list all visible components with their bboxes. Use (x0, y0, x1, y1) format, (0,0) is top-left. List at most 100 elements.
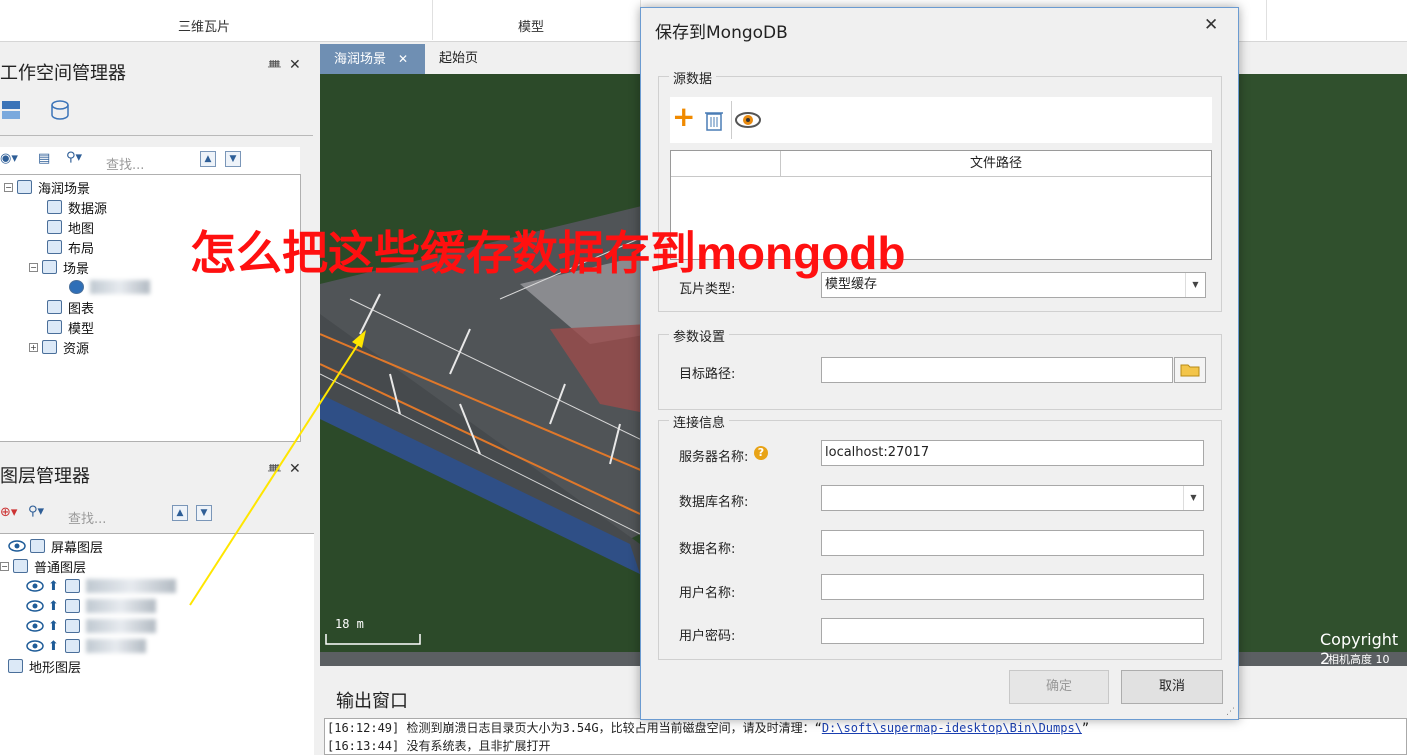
tree-item-scene[interactable]: − 场景 (29, 257, 89, 277)
search-icon[interactable]: ⚲▾ (28, 504, 44, 519)
datasource-icon (47, 200, 62, 214)
globe-icon (69, 280, 84, 294)
workspace-manager-title: 工作空间管理器 (0, 63, 126, 84)
preview-eye-icon[interactable] (734, 111, 762, 129)
move-up-icon[interactable]: ▲ (200, 151, 216, 167)
save-to-mongodb-dialog: 保存到MongoDB ✕ 源数据 + 文件路径 瓦片类型: 模型缓存 ▼ 参数设置… (640, 7, 1239, 720)
close-icon[interactable]: ✕ (289, 57, 301, 73)
screen-layer-icon (30, 539, 45, 553)
pin-icon[interactable]: ᚙ (268, 60, 281, 73)
password-label: 用户密码: (679, 629, 736, 644)
resource-icon (42, 340, 57, 354)
document-tabbar: 海润场景 ✕ 起始页 (320, 44, 650, 74)
select-icon[interactable]: ⬆ (48, 619, 59, 634)
eye-icon[interactable] (8, 540, 26, 552)
tree-item-scene-workspace[interactable]: − 海润场景 (4, 177, 90, 197)
help-icon[interactable]: ? (754, 446, 768, 460)
server-name-label: 服务器名称: (679, 450, 749, 465)
ribbon-group-3d-tiles[interactable]: 三维瓦片 (178, 16, 230, 35)
eye-icon[interactable] (26, 620, 44, 632)
layer-child[interactable]: ⬆ (26, 596, 156, 616)
blurred-label (90, 280, 150, 294)
layer-child[interactable]: ⬆ (26, 576, 176, 596)
source-toolbar: + (670, 97, 1212, 143)
tree-item-scene-child[interactable] (69, 277, 150, 297)
normal-layer-icon (13, 559, 28, 573)
toolbar-separator (731, 101, 732, 139)
eye-icon[interactable] (26, 640, 44, 652)
open-workspace-icon[interactable]: ◉▾ (0, 151, 18, 166)
workspace-view-icons[interactable] (0, 99, 80, 125)
map-icon (47, 220, 62, 234)
database-name-select[interactable]: ▼ (821, 485, 1204, 511)
workspace-search-input[interactable]: 查找... (106, 154, 144, 173)
delete-icon[interactable] (704, 109, 724, 131)
password-input[interactable] (821, 618, 1204, 644)
folder-icon (1180, 364, 1200, 377)
server-name-input[interactable]: localhost:27017 (821, 440, 1204, 466)
layer-screen[interactable]: 屏幕图层 (8, 536, 103, 556)
model-layer-icon (64, 599, 80, 613)
annotation-text: 怎么把这些缓存数据存到mongodb (190, 227, 906, 279)
cancel-button[interactable]: 取消 (1121, 670, 1223, 704)
ribbon-group-model[interactable]: 模型 (518, 16, 544, 35)
table-header-file-path[interactable]: 文件路径 (781, 151, 1211, 177)
blurred-label (85, 579, 176, 593)
layer-search-input[interactable]: 查找... (68, 508, 106, 527)
model-layer-icon (64, 619, 80, 633)
data-name-input[interactable] (821, 530, 1204, 556)
model-layer-icon (64, 579, 80, 593)
scene-icon (42, 260, 57, 274)
close-icon[interactable]: ✕ (1204, 15, 1218, 35)
tree-item-layout[interactable]: 布局 (47, 237, 94, 257)
tab-start-page[interactable]: 起始页 (425, 44, 492, 74)
layer-child[interactable]: ⬆ (26, 616, 156, 636)
camera-height-text: 相机高度 10 (1328, 653, 1390, 666)
eye-icon[interactable] (26, 580, 44, 592)
scene-workspace-icon (17, 180, 32, 194)
tab-scene[interactable]: 海润场景 ✕ (320, 44, 425, 74)
output-log[interactable]: [16:12:49] 检测到崩溃日志目录页大小为3.54G，比较占用当前磁盘空间… (324, 718, 1407, 755)
tree-item-resource[interactable]: + 资源 (29, 337, 89, 357)
browse-folder-button[interactable] (1174, 357, 1206, 383)
eye-icon[interactable] (26, 600, 44, 612)
ribbon-separator (1266, 0, 1267, 40)
database-name-label: 数据库名称: (679, 495, 749, 510)
workspace-toolbar: ◉▾ ▤ ⚲▾ 查找... ▲ ▼ (0, 147, 300, 175)
blurred-label (85, 639, 146, 653)
select-icon[interactable]: ⬆ (48, 639, 59, 654)
tree-item-model[interactable]: 模型 (47, 317, 94, 337)
dump-path-link[interactable]: D:\soft\supermap-idesktop\Bin\Dumps\ (822, 721, 1082, 735)
model-icon (47, 320, 62, 334)
tree-item-chart[interactable]: 图表 (47, 297, 94, 317)
chevron-down-icon[interactable]: ▼ (1183, 486, 1203, 510)
layout-icon (47, 240, 62, 254)
annotation-arrow (189, 330, 366, 606)
chevron-down-icon[interactable]: ▼ (1185, 273, 1205, 297)
tree-item-datasource[interactable]: 数据源 (47, 197, 107, 217)
search-icon[interactable]: ⚲▾ (66, 150, 82, 165)
layer-normal[interactable]: − 普通图层 (0, 556, 86, 576)
target-path-label: 目标路径: (679, 367, 736, 382)
target-path-input[interactable] (821, 357, 1173, 383)
connection-group: 连接信息 服务器名称: ? localhost:27017 数据库名称: ▼ 数… (658, 412, 1222, 660)
layer-terrain[interactable]: 地形图层 (8, 656, 81, 676)
add-layer-icon[interactable]: ⊕▾ (0, 505, 17, 520)
layer-manager-title: 图层管理器 (0, 466, 90, 487)
layer-child[interactable]: ⬆ (26, 636, 146, 656)
params-group: 参数设置 目标路径: (658, 326, 1222, 410)
confirm-button[interactable]: 确定 (1009, 670, 1109, 704)
select-icon[interactable]: ⬆ (48, 599, 59, 614)
terrain-layer-icon (8, 659, 23, 673)
tree-item-map[interactable]: 地图 (47, 217, 94, 237)
output-window-title: 输出窗口 (336, 691, 408, 712)
move-down-icon[interactable]: ▼ (225, 151, 241, 167)
username-input[interactable] (821, 574, 1204, 600)
document-icon[interactable]: ▤ (38, 151, 50, 166)
select-icon[interactable]: ⬆ (48, 579, 59, 594)
data-name-label: 数据名称: (679, 542, 736, 557)
resize-grip-icon[interactable]: ⋰ (1226, 707, 1235, 717)
close-icon[interactable]: ✕ (398, 52, 408, 66)
blurred-label (85, 599, 156, 613)
add-icon[interactable]: + (672, 103, 695, 131)
